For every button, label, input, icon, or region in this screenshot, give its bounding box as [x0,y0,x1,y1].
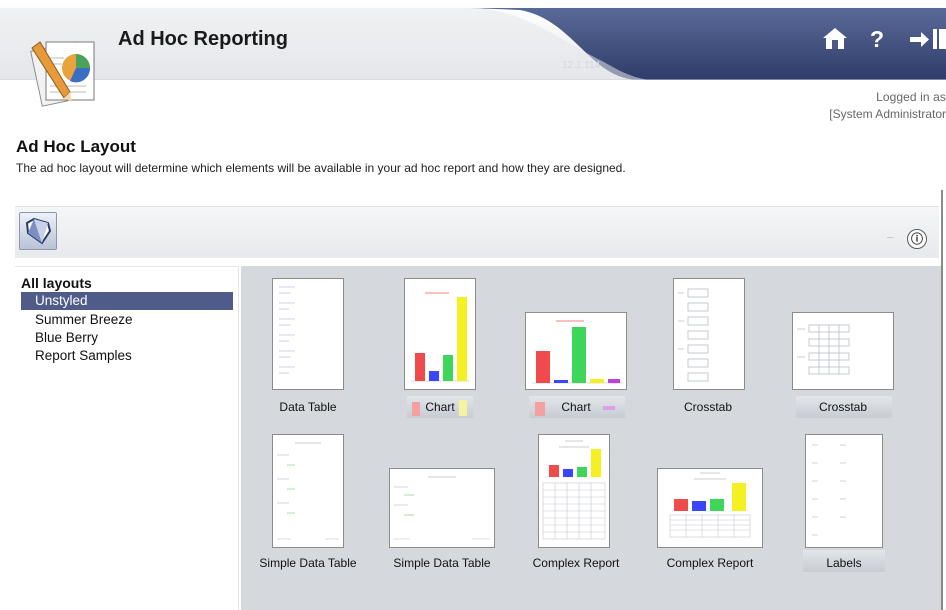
app-title: Ad Hoc Reporting [118,28,288,50]
layout-thumbnail [404,278,476,390]
tree-root-all-layouts[interactable]: All layouts [21,275,92,291]
page-description: The ad hoc layout will determine which e… [16,161,626,175]
info-icon[interactable]: ⓘ [907,229,927,249]
layout-thumbnail [389,468,495,548]
layout-thumbnail [792,312,894,390]
tree-item-summer-breeze[interactable]: Summer Breeze [21,311,233,329]
tree-item-unstyled[interactable]: Unstyled [21,292,233,310]
vertical-scrollbar[interactable] [941,190,943,610]
home-icon[interactable] [822,26,848,50]
layout-label: Chart [561,400,591,414]
layout-toolbar: ⓘ [15,206,939,258]
layout-label: Simple Data Table [393,556,491,570]
layout-label: Crosstab [818,400,868,414]
layout-thumbnail [525,312,627,390]
layout-label: Chart [425,400,455,414]
layout-thumbnail [272,434,344,548]
layout-thumbnail [538,434,610,548]
page-title: Ad Hoc Layout [16,137,136,156]
tree-item-blue-berry[interactable]: Blue Berry [21,329,233,347]
layout-thumbnail [657,468,763,548]
layout-grid: Data Table Chart Chart Crosstab Crosstab… [241,266,941,610]
layout-icon [25,217,52,245]
layout-label: Complex Report [666,556,754,570]
layout-thumbnail [673,278,745,390]
layout-label: Complex Report [532,556,620,570]
logged-in-label: Logged in as [876,90,946,104]
layout-label: Simple Data Table [259,556,357,570]
layout-label: Labels [826,556,862,570]
help-icon[interactable]: ? [870,26,884,53]
layout-thumbnail [272,278,344,390]
report-logo-icon [30,41,95,107]
version-label: 12.1.114 [562,60,601,71]
app-header: Ad Hoc Reporting 12.1.114 ? [0,0,946,107]
logged-in-user: [System Administrator [829,107,946,121]
tree-item-report-samples[interactable]: Report Samples [21,347,233,365]
layout-tree: All layouts Unstyled Summer Breeze Blue … [15,266,239,610]
layout-thumbnail [805,434,883,548]
toolbar-separator [887,237,893,238]
layout-label: Crosstab [683,400,733,414]
layout-label: Data Table [279,400,337,414]
layout-toolbar-button[interactable] [19,212,57,250]
logout-icon[interactable] [908,26,946,52]
